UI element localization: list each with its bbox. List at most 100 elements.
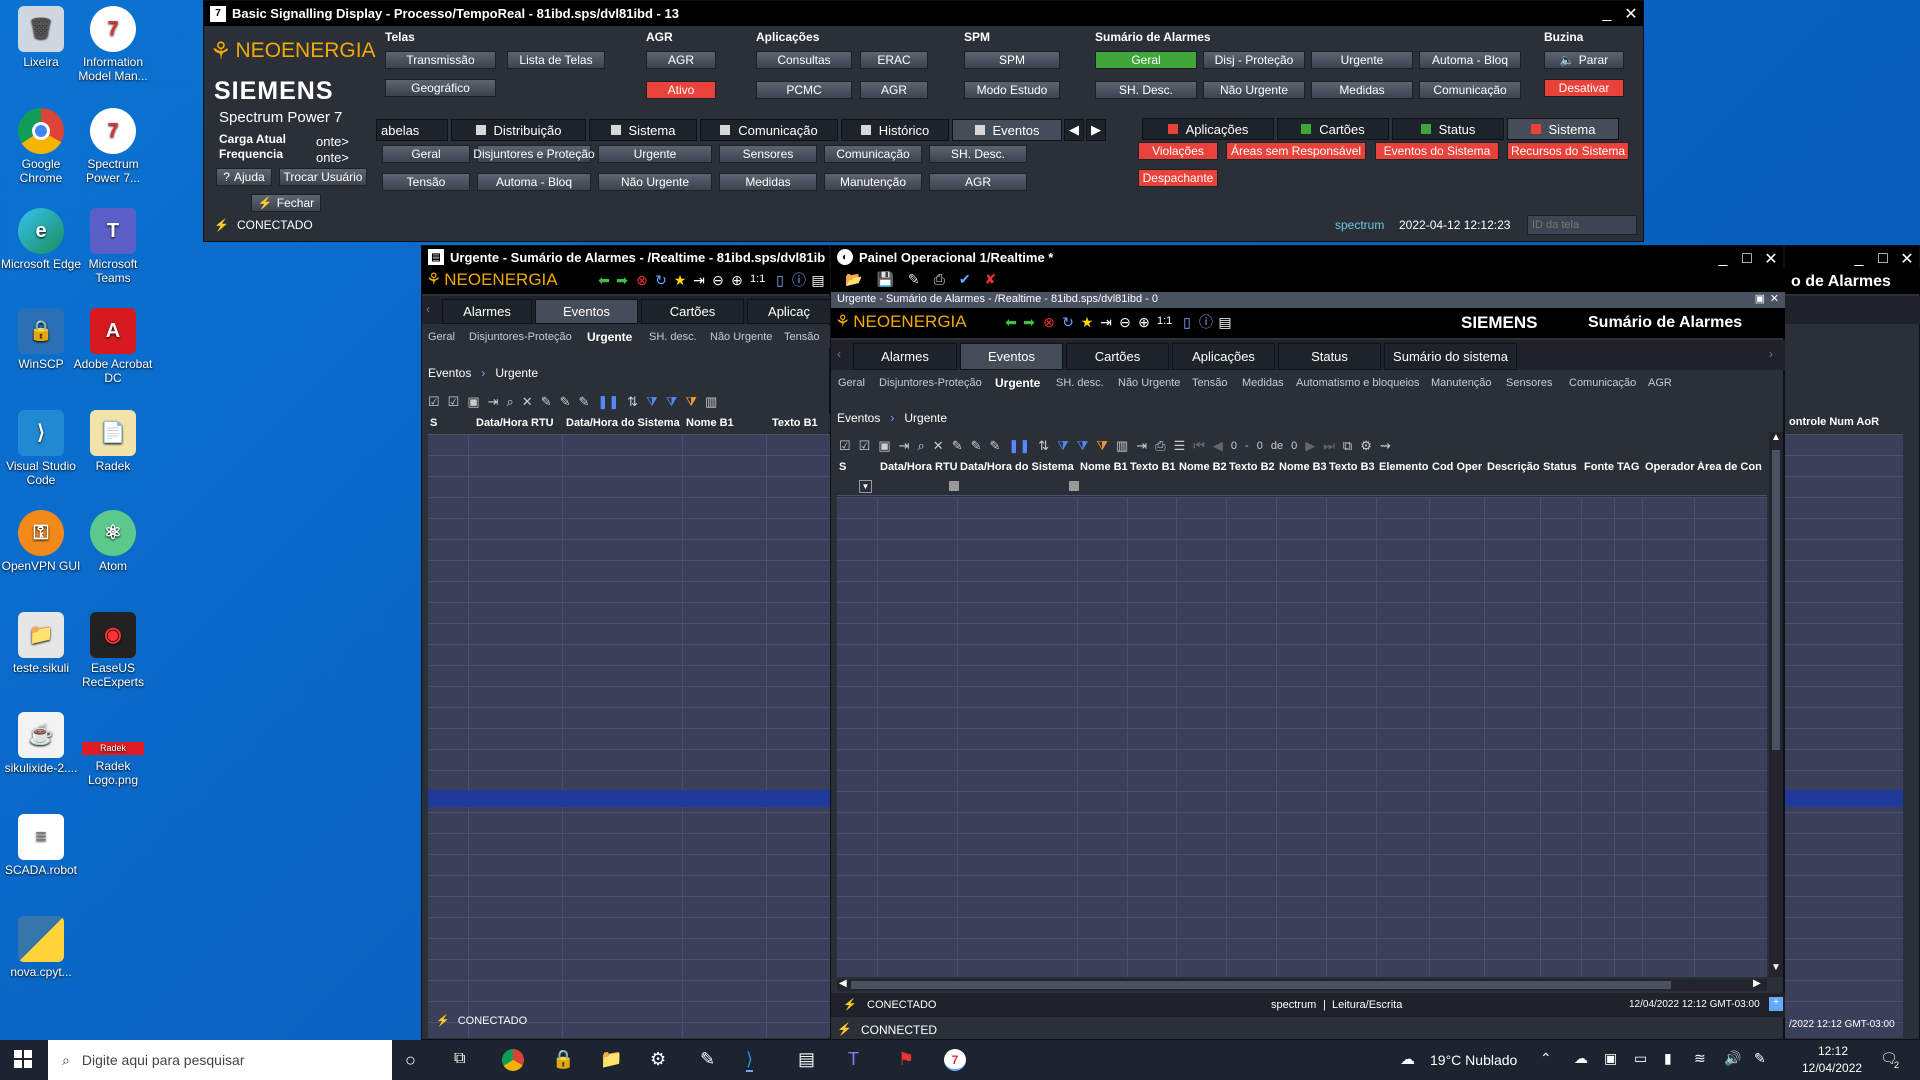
desktop-icon-vscode[interactable]: ⟩ Visual Studio Code xyxy=(0,410,82,487)
desktop-icon-teams[interactable]: T Microsoft Teams xyxy=(72,208,154,285)
filter-active-icon[interactable]: ⧩ xyxy=(685,394,697,410)
alarm-tab-cartoes[interactable]: Cartões xyxy=(1277,118,1389,140)
taskbar-chrome-icon[interactable] xyxy=(502,1049,524,1071)
desktop-icon-sikulixide[interactable]: ☕ sikulixide-2.... xyxy=(0,712,82,775)
tab-eventos[interactable]: Eventos xyxy=(952,119,1062,141)
display-icon[interactable]: ▭ xyxy=(1634,1050,1647,1067)
sumario-nao-urgente-button[interactable]: Não Urgente xyxy=(1203,81,1305,99)
buzina-parar-button[interactable]: 🔈 Parar xyxy=(1544,51,1624,69)
desktop-icon-openvpn[interactable]: ⚿ OpenVPN GUI xyxy=(0,510,82,573)
tabs-next-button[interactable]: › xyxy=(1769,347,1773,361)
tab-aplicacoes[interactable]: Aplicações xyxy=(1172,343,1275,370)
alarm-tab-sistema[interactable]: Sistema xyxy=(1507,118,1619,140)
chevron-up-icon[interactable]: ⌃ xyxy=(1540,1050,1552,1067)
tabs-prev-button[interactable]: ‹ xyxy=(837,347,841,361)
delete-icon[interactable]: ✕ xyxy=(522,394,533,410)
comment-add-icon[interactable]: ✎ xyxy=(971,438,982,454)
columns-icon[interactable]: ▥ xyxy=(705,394,717,410)
tab-alarmes[interactable]: Alarmes xyxy=(853,343,957,370)
next-page-icon[interactable]: ▶ xyxy=(1305,438,1315,454)
comment-icon[interactable]: ✎ xyxy=(541,394,552,410)
refresh-icon[interactable]: ↻ xyxy=(1060,314,1076,330)
last-page-icon[interactable]: ⏭ xyxy=(1323,438,1335,454)
col-data-hora-rtu[interactable]: Data/Hora RTU xyxy=(880,461,958,473)
sumario-sh-desc-button[interactable]: SH. Desc. xyxy=(1095,81,1197,99)
desktop-icon-recycle-bin[interactable]: 🗑 Lixeira xyxy=(0,6,82,69)
save-icon[interactable]: 💾 xyxy=(876,271,893,292)
minimize-icon[interactable]: _ xyxy=(1595,1,1619,26)
comment-add-icon[interactable]: ✎ xyxy=(560,394,571,410)
desktop-icon-teste-sikuli[interactable]: 📁 teste.sikuli xyxy=(0,612,82,675)
subtab-tensao[interactable]: Tensão xyxy=(1192,377,1227,389)
columns-icon[interactable]: ▥ xyxy=(1116,438,1128,454)
tab-status[interactable]: Status xyxy=(1278,343,1381,370)
taskbar-search[interactable]: ⌕ Digite aqui para pesquisar xyxy=(48,1040,392,1080)
id-tela-input[interactable] xyxy=(1527,215,1637,235)
taskbar-sikuli-icon[interactable]: ✎ xyxy=(700,1049,715,1070)
col-texto-b2[interactable]: Texto B2 xyxy=(1229,461,1275,473)
violacoes-button[interactable]: Violações xyxy=(1138,142,1218,160)
tab-distribuicao[interactable]: Distribuição xyxy=(451,119,586,141)
evt-disjuntores-button[interactable]: Disjuntores e Proteção xyxy=(473,145,595,163)
transmissao-button[interactable]: Transmissão xyxy=(385,51,496,69)
col-texto-b3[interactable]: Texto B3 xyxy=(1329,461,1375,473)
tabs-next-button[interactable]: ▶ xyxy=(1086,119,1106,141)
find-icon[interactable]: ⌕ xyxy=(918,438,925,454)
details-icon[interactable]: ▣ xyxy=(467,394,479,410)
document-icon[interactable]: ▤ xyxy=(810,272,826,288)
star-icon[interactable]: ★ xyxy=(1079,314,1095,330)
clock-date[interactable]: 12/04/2022 xyxy=(1802,1061,1862,1075)
erac-button[interactable]: ERAC xyxy=(860,51,928,69)
tab-eventos[interactable]: Eventos xyxy=(960,343,1063,370)
open-folder-icon[interactable]: 📂 xyxy=(845,271,862,292)
col-nome-b3[interactable]: Nome B3 xyxy=(1279,461,1327,473)
zoom-in-icon[interactable]: ⊕ xyxy=(729,272,745,288)
first-page-icon[interactable]: ⏮ xyxy=(1193,438,1205,454)
col-controle-num-aor[interactable]: ontrole Num AoR xyxy=(1789,416,1879,428)
col-s[interactable]: S xyxy=(839,461,846,473)
cloud-icon[interactable]: ☁ xyxy=(1574,1050,1588,1067)
goto-icon[interactable]: ⇥ xyxy=(899,438,910,454)
recursos-sistema-button[interactable]: Recursos do Sistema xyxy=(1507,142,1629,160)
comment-remove-icon[interactable]: ✎ xyxy=(990,438,1001,454)
comment-remove-icon[interactable]: ✎ xyxy=(579,394,590,410)
weather-text[interactable]: 19°C Nublado xyxy=(1430,1052,1517,1068)
pen-icon[interactable]: ✎ xyxy=(1754,1050,1766,1067)
filter-icon[interactable]: ⧩ xyxy=(1057,438,1069,454)
tabs-prev-button[interactable]: ◀ xyxy=(1064,119,1084,141)
select-all-icon[interactable]: ☑ xyxy=(839,438,851,454)
col-fonte[interactable]: Fonte xyxy=(1584,461,1614,473)
desktop-icon-acrobat[interactable]: A Adobe Acrobat DC xyxy=(72,308,154,385)
taskbar-winscp-icon[interactable]: 🔒 xyxy=(552,1049,574,1070)
taskbar-app-icon[interactable]: ⚙ xyxy=(650,1049,666,1070)
device-icon[interactable]: ▣ xyxy=(1604,1050,1617,1067)
zoom-out-icon[interactable]: ⊖ xyxy=(710,272,726,288)
cancel-icon[interactable]: ✘ xyxy=(985,271,997,292)
export-table-icon[interactable]: ⇥ xyxy=(1136,438,1147,454)
cortana-icon[interactable]: ○ xyxy=(405,1050,416,1071)
col-descricao[interactable]: Descrição xyxy=(1487,461,1540,473)
evt-geral-button[interactable]: Geral xyxy=(382,145,470,163)
volume-icon[interactable]: 🔊 xyxy=(1724,1050,1741,1067)
date-filter-icon[interactable] xyxy=(949,481,959,491)
subtab-tensao[interactable]: Tensão xyxy=(784,331,819,343)
pcmc-button[interactable]: PCMC xyxy=(756,81,852,99)
sumario-medidas-button[interactable]: Medidas xyxy=(1311,81,1413,99)
vertical-scrollbar[interactable]: ▲ ▼ xyxy=(1769,432,1783,977)
subtab-comunicacao[interactable]: Comunicação xyxy=(1569,377,1636,389)
delete-icon[interactable]: ✕ xyxy=(933,438,944,454)
col-status[interactable]: Status xyxy=(1543,461,1577,473)
subtab-agr[interactable]: AGR xyxy=(1648,377,1672,389)
alarm-tab-status[interactable]: Status xyxy=(1392,118,1504,140)
consultas-button[interactable]: Consultas xyxy=(756,51,852,69)
comment-icon[interactable]: ✎ xyxy=(952,438,963,454)
tab-tabelas[interactable]: abelas xyxy=(376,119,448,141)
filter-clear-icon[interactable]: ⧩ xyxy=(1077,438,1089,454)
tabs-prev-button[interactable]: ‹ xyxy=(426,302,430,316)
col-data-hora-rtu[interactable]: Data/Hora RTU xyxy=(476,417,554,429)
col-texto-b1[interactable]: Texto B1 xyxy=(772,417,818,429)
subtab-sh-desc[interactable]: SH. desc. xyxy=(649,331,697,343)
desktop-icon-edge[interactable]: e Microsoft Edge xyxy=(0,208,82,271)
tab-alarmes[interactable]: Alarmes xyxy=(442,299,532,324)
subtab-disjuntores[interactable]: Disjuntores-Proteção xyxy=(879,377,982,389)
